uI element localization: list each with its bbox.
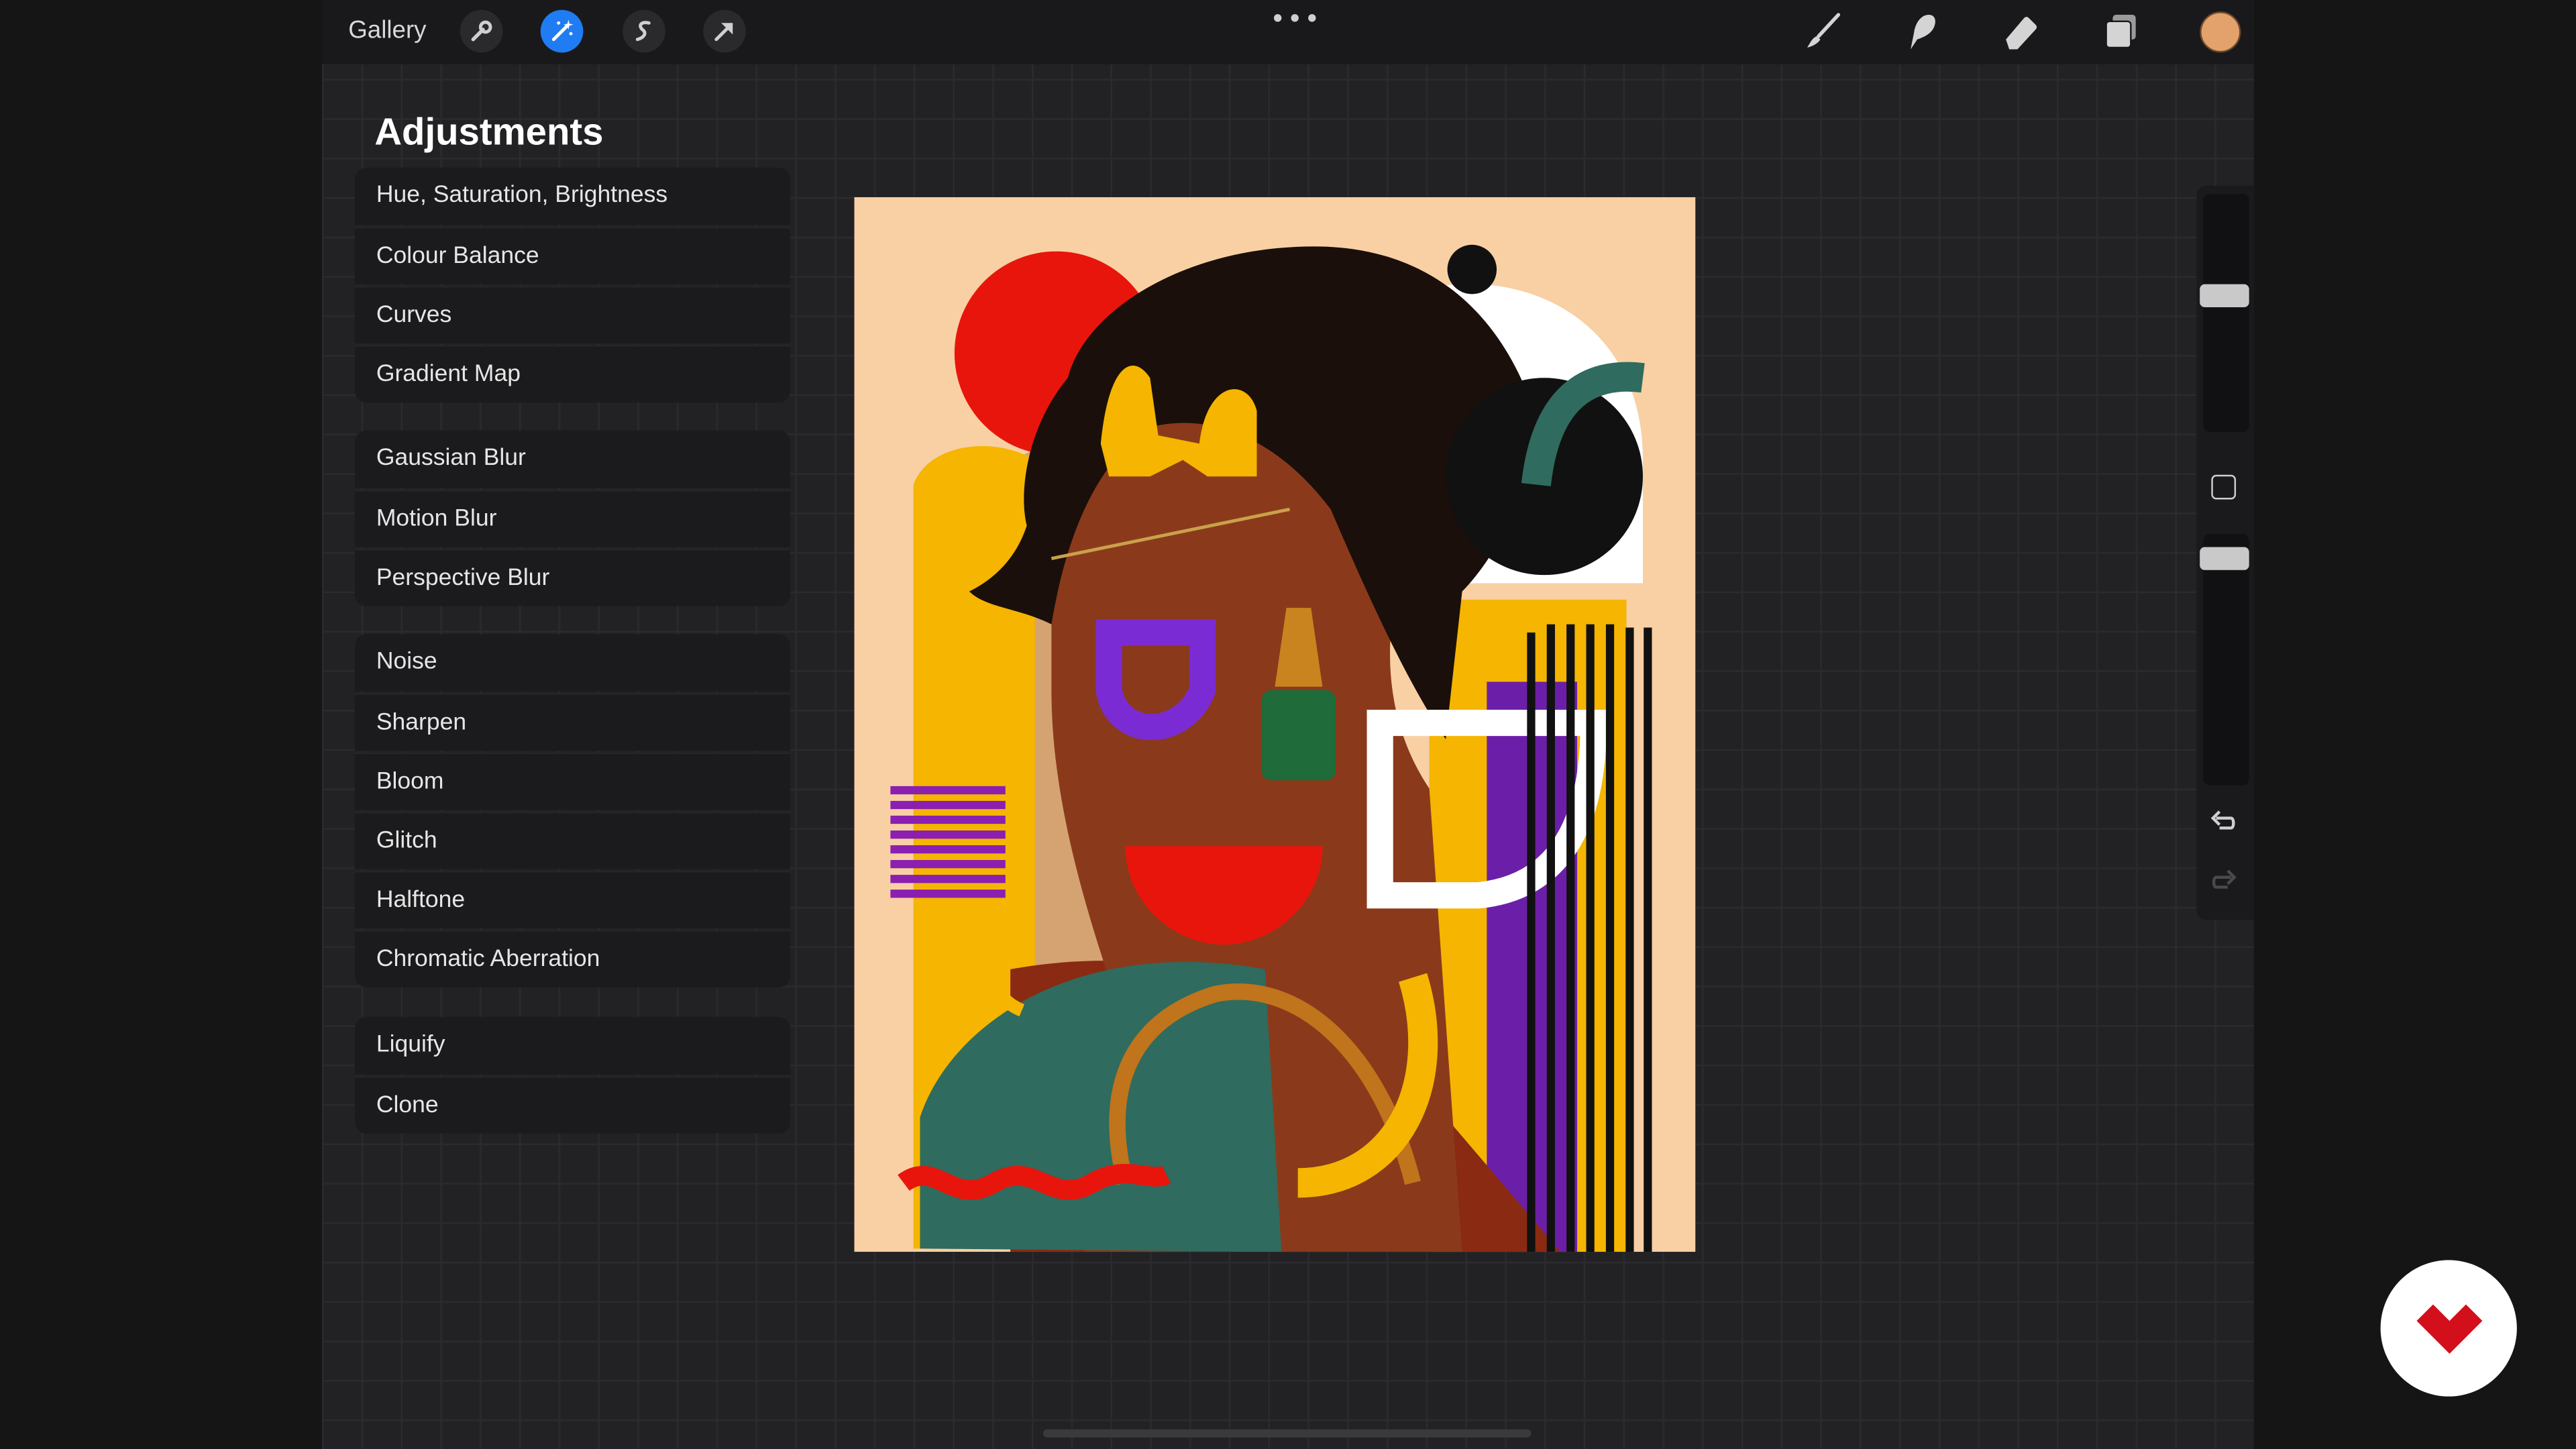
brush-size-slider[interactable] bbox=[2203, 193, 2249, 433]
menu-item-noise[interactable]: Noise bbox=[354, 634, 790, 692]
menu-item-colour-balance[interactable]: Colour Balance bbox=[354, 226, 790, 284]
smudge-icon bbox=[1911, 15, 1935, 50]
menu-item-hue-saturation-brightness[interactable]: Hue, Saturation, Brightness bbox=[354, 167, 790, 225]
menu-item-gaussian-blur[interactable]: Gaussian Blur bbox=[354, 430, 790, 488]
redo-icon[interactable] bbox=[2210, 867, 2238, 894]
selection-icon bbox=[635, 21, 651, 42]
adjustments-button[interactable] bbox=[540, 9, 584, 53]
menu-item-chromatic-aberration[interactable]: Chromatic Aberration bbox=[354, 930, 790, 987]
more-options-button[interactable]: ••• bbox=[1270, 3, 1322, 35]
gallery-button[interactable]: Gallery bbox=[348, 16, 426, 44]
menu-item-halftone[interactable]: Halftone bbox=[354, 870, 790, 928]
color-picker-button[interactable] bbox=[2200, 11, 2241, 53]
magic-wand-icon bbox=[551, 19, 574, 42]
actions-button[interactable] bbox=[460, 9, 503, 53]
menu-item-glitch[interactable]: Glitch bbox=[354, 811, 790, 869]
transform-button[interactable] bbox=[703, 9, 746, 53]
brush-size-handle[interactable] bbox=[2200, 284, 2249, 307]
letterbox-right bbox=[2254, 0, 2576, 1449]
menu-item-liquify[interactable]: Liquify bbox=[354, 1016, 790, 1075]
menu-item-gradient-map[interactable]: Gradient Map bbox=[354, 345, 790, 403]
procreate-screen: Gallery ••• Adjustments Hue, Saturation,… bbox=[0, 0, 2576, 1449]
wrench-icon bbox=[471, 20, 492, 42]
home-indicator bbox=[1043, 1429, 1532, 1438]
eraser-icon bbox=[2006, 17, 2037, 50]
menu-item-bloom[interactable]: Bloom bbox=[354, 752, 790, 810]
transform-arrow-icon bbox=[714, 23, 733, 42]
menu-item-sharpen[interactable]: Sharpen bbox=[354, 693, 790, 751]
menu-item-clone[interactable]: Clone bbox=[354, 1076, 790, 1134]
app-logo-button[interactable] bbox=[2380, 1260, 2517, 1397]
undo-icon[interactable] bbox=[2210, 808, 2238, 835]
adjustments-title: Adjustments bbox=[374, 110, 604, 153]
selection-button[interactable] bbox=[623, 9, 665, 53]
menu-item-perspective-blur[interactable]: Perspective Blur bbox=[354, 548, 790, 606]
layers-button[interactable] bbox=[2100, 10, 2143, 53]
brush-button[interactable] bbox=[1803, 10, 1845, 53]
letterbox-left bbox=[0, 0, 323, 1449]
square-modify-icon[interactable] bbox=[2211, 474, 2237, 500]
eraser-button[interactable] bbox=[1999, 10, 2042, 53]
brush-icon bbox=[1807, 13, 1841, 48]
opacity-slider[interactable] bbox=[2203, 533, 2249, 786]
artwork-canvas[interactable] bbox=[854, 197, 1696, 1252]
smudge-button[interactable] bbox=[1900, 10, 1943, 53]
opacity-handle[interactable] bbox=[2200, 547, 2249, 570]
layers-icon bbox=[2105, 15, 2136, 49]
logo-icon bbox=[2416, 1303, 2482, 1353]
menu-item-motion-blur[interactable]: Motion Blur bbox=[354, 489, 790, 547]
menu-item-curves[interactable]: Curves bbox=[354, 286, 790, 343]
